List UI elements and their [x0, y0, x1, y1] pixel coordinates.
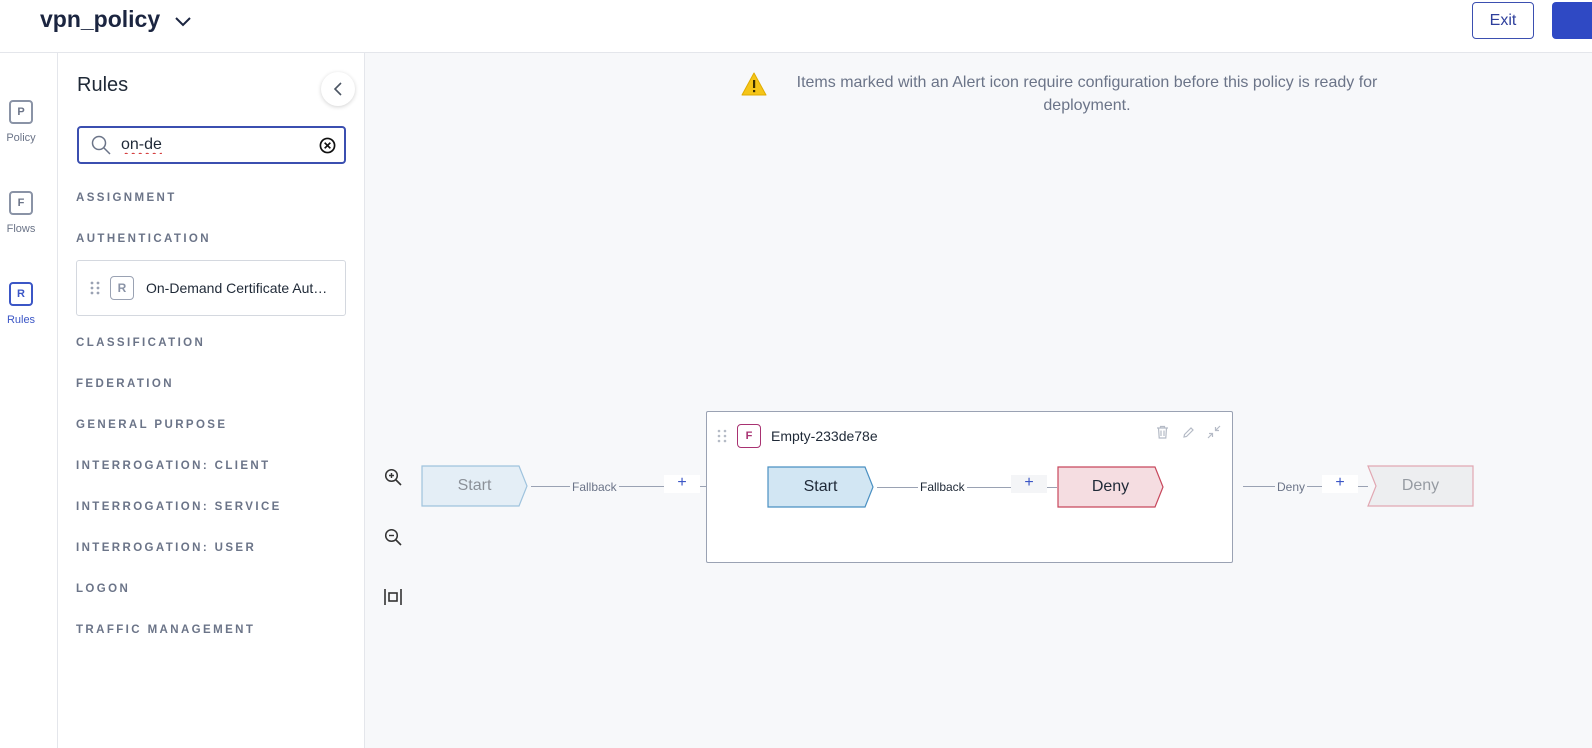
node-label: Deny — [1401, 477, 1440, 494]
flow-start-node[interactable]: Start — [767, 466, 874, 508]
policy-name: vpn_policy — [40, 6, 161, 32]
add-node-button[interactable]: + — [1322, 475, 1358, 493]
zoom-in-button[interactable] — [379, 463, 407, 491]
primary-action-button[interactable] — [1552, 2, 1592, 39]
chevron-down-icon — [175, 16, 191, 26]
rail-item-label: Flows — [6, 223, 36, 235]
zoom-in-icon — [384, 468, 402, 486]
node-label: Start — [457, 477, 492, 494]
search-icon — [91, 135, 111, 155]
outer-start-node[interactable]: Start — [421, 465, 528, 507]
category-traffic-management[interactable]: TRAFFIC MANAGEMENT — [76, 624, 255, 636]
category-federation[interactable]: FEDERATION — [76, 378, 174, 390]
delete-flow-button[interactable] — [1154, 424, 1170, 440]
collapse-flow-button[interactable] — [1206, 424, 1222, 440]
fit-view-button[interactable] — [379, 583, 407, 611]
node-label: Start — [803, 478, 838, 495]
alert-message: Items marked with an Alert icon require … — [796, 74, 1378, 114]
rules-panel: Rules ASSIGNMENT AUTHENTICATION R On-Dem… — [58, 53, 365, 748]
category-general-purpose[interactable]: GENERAL PURPOSE — [76, 419, 227, 431]
trash-icon — [1156, 425, 1168, 439]
panel-title: Rules — [77, 74, 129, 96]
rail-item-flows[interactable]: F Flows — [0, 191, 42, 235]
nav-rail: P Policy F Flows R Rules — [0, 53, 58, 748]
flows-icon: F — [9, 191, 33, 215]
rail-item-rules[interactable]: R Rules — [0, 282, 42, 326]
policy-icon: P — [9, 100, 33, 124]
collapse-panel-button[interactable] — [321, 72, 355, 106]
add-node-button[interactable]: + — [664, 475, 700, 493]
category-logon[interactable]: LOGON — [76, 583, 130, 595]
zoom-out-icon — [384, 528, 402, 546]
rules-icon: R — [9, 282, 33, 306]
fallback-edge-label: Fallback — [570, 480, 619, 494]
flow-type-icon: F — [737, 424, 761, 448]
category-interrogation-service[interactable]: INTERROGATION: SERVICE — [76, 501, 282, 513]
rail-item-policy[interactable]: P Policy — [0, 100, 42, 144]
category-interrogation-client[interactable]: INTERROGATION: CLIENT — [76, 460, 271, 472]
flow-actions — [1154, 424, 1222, 440]
chevron-left-icon — [333, 82, 342, 96]
pencil-icon — [1182, 426, 1194, 438]
flow-deny-node[interactable]: Deny — [1057, 466, 1164, 508]
category-authentication[interactable]: AUTHENTICATION — [76, 233, 211, 245]
rule-type-icon: R — [110, 276, 134, 300]
zoom-out-button[interactable] — [379, 523, 407, 551]
deny-edge-label: Deny — [1275, 480, 1308, 494]
collapse-icon — [1207, 425, 1221, 439]
outer-deny-node[interactable]: Deny — [1367, 465, 1474, 507]
search-input[interactable] — [121, 136, 311, 154]
policy-selector[interactable]: vpn_policy — [40, 6, 192, 33]
exit-button[interactable]: Exit — [1472, 2, 1534, 39]
rule-name: On-Demand Certificate Authentication — [146, 280, 331, 296]
edit-flow-button[interactable] — [1180, 424, 1196, 440]
add-node-button[interactable]: + — [1011, 475, 1047, 493]
warning-icon — [741, 72, 767, 96]
clear-search-icon[interactable] — [319, 137, 336, 154]
top-header: vpn_policy Exit — [0, 0, 1592, 53]
rail-item-label: Policy — [6, 132, 36, 144]
flow-header: F Empty-233de78e — [717, 424, 878, 448]
search-field — [77, 126, 346, 164]
flow-container[interactable]: F Empty-233de78e Start Fallback + Deny — [706, 411, 1233, 563]
node-label: Deny — [1091, 478, 1130, 495]
category-assignment[interactable]: ASSIGNMENT — [76, 192, 177, 204]
flow-canvas[interactable]: Items marked with an Alert icon require … — [365, 53, 1592, 748]
category-interrogation-user[interactable]: INTERROGATION: USER — [76, 542, 256, 554]
category-classification[interactable]: CLASSIFICATION — [76, 337, 205, 349]
drag-handle-icon[interactable] — [717, 429, 727, 443]
fit-to-screen-icon — [384, 589, 402, 605]
alert-banner: Items marked with an Alert icon require … — [741, 71, 1389, 117]
rule-card[interactable]: R On-Demand Certificate Authentication — [76, 260, 346, 316]
rail-item-label: Rules — [6, 314, 36, 326]
flow-name: Empty-233de78e — [771, 428, 878, 444]
drag-handle-icon[interactable] — [90, 281, 100, 295]
fallback-edge-label: Fallback — [918, 480, 967, 494]
